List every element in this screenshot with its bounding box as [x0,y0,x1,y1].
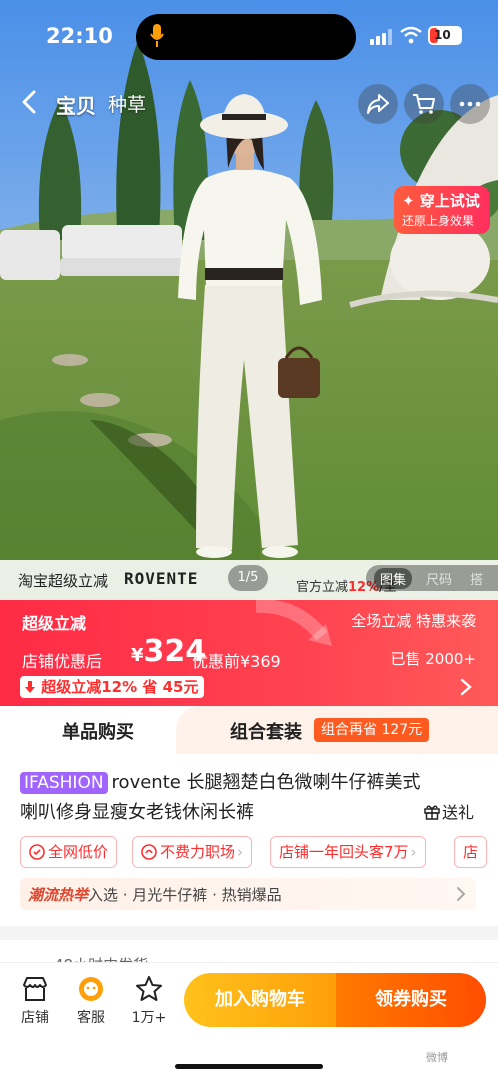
brand-name: ROVENTE [124,569,199,588]
tag-returning-customers[interactable]: 店铺一年回头客7万 › [270,836,426,868]
back-icon[interactable] [16,88,44,116]
bottom-action-bar: 店铺 客服 1万+ 加入购物车 领券购买 [0,962,498,1080]
more-button[interactable] [450,84,490,124]
price-tag-icon [29,844,45,860]
trend-text: 入选 · 月光牛仔裤 · 热销爆品 [88,886,282,904]
brand-banner-left: 淘宝超级立减 [18,572,109,590]
product-detail-screen: 22:10 10 宝贝 种草 ✦ 穿上试试 还原上身效果 淘宝超级立减 ROVE… [0,0,498,1080]
section-gap [0,926,498,940]
original-price: 优惠前¥369 [192,652,281,671]
product-title-line1: IFASHION rovente 长腿翘楚白色微喇牛仔裤美式 [20,768,421,794]
promo-panel[interactable]: 超级立减 全场立减 特惠来袭 店铺优惠后 ¥324 优惠前¥369 已售 200… [0,600,498,706]
more-icon [459,101,481,107]
tag-lowest-price[interactable]: 全网低价 [20,836,118,868]
share-button[interactable] [358,84,398,124]
shop-button[interactable]: 店铺 [10,975,60,1027]
dynamic-island [136,14,356,60]
status-time: 22:10 [46,24,113,48]
sold-count: 已售 2000+ [390,650,476,668]
promo-title: 超级立减 [22,614,87,633]
trend-label: 潮流热举 [28,886,89,904]
product-card: 单品购买 组合套装 组合再省 127元 IFASHION rovente 长腿翘楚… [0,706,498,926]
media-tab-gallery[interactable]: 图集 [374,568,413,589]
combo-saving-badge: 组合再省 127元 [314,718,430,742]
battery-icon: 10 [428,26,462,45]
down-arrow-icon [25,681,35,693]
cart-icon [413,94,435,114]
customer-service-button[interactable]: 客服 [66,975,116,1027]
add-to-cart-button[interactable]: 加入购物车 [184,973,336,1027]
watermark: 微博 [426,1051,448,1064]
media-tabs: 图集 尺码 搭 [366,565,498,591]
trend-row[interactable]: 潮流热举 入选 · 月光牛仔裤 · 热销爆品 [20,878,476,910]
price-label: 店铺优惠后 [22,652,103,671]
gift-button[interactable]: 送礼 [424,799,474,823]
media-tab-size[interactable]: 尺码 [426,569,452,588]
favorite-button[interactable]: 1万+ [124,975,174,1027]
promo-slogan: 全场立减 特惠来袭 [351,612,476,630]
swoosh-arrow-decoration [256,600,332,646]
battery-level: 10 [434,28,451,42]
share-icon [367,94,389,114]
sparkle-icon [141,844,157,860]
try-on-subtitle: 还原上身效果 [402,214,475,228]
star-icon [136,976,162,1001]
tab-single-purchase[interactable]: 单品购买 [0,706,190,754]
chevron-right-icon [460,678,472,696]
tab-baobei[interactable]: 宝贝 [56,90,96,119]
wifi-icon [400,26,422,44]
buy-with-coupon-button[interactable]: 领券购买 [336,973,486,1027]
media-tab-outfit[interactable]: 搭 [470,569,483,588]
try-on-button[interactable]: ✦ 穿上试试 还原上身效果 [394,186,490,234]
gift-icon [424,805,440,820]
tag-shop-more[interactable]: 店 [454,836,488,868]
home-indicator[interactable] [175,1064,323,1069]
discount-chip: 超级立减12% 省 45元 [20,676,205,698]
signal-icon [370,29,392,45]
cart-button[interactable] [404,84,444,124]
status-bar: 22:10 10 [0,0,498,72]
try-on-title: ✦ 穿上试试 [402,192,480,210]
tab-combo-set[interactable]: 组合套装 组合再省 127元 [176,706,498,754]
tab-zhongcao[interactable]: 种草 [108,90,146,117]
purchase-tabs: 单品购买 组合套装 组合再省 127元 [0,706,498,754]
customer-service-icon [79,977,103,1001]
product-title-line2: 喇叭修身显瘦女老钱休闲长裤 [20,802,254,823]
microphone-icon [150,24,164,47]
image-counter: 1/5 [228,565,268,591]
chevron-right-icon [457,887,466,901]
tag-effortless-work[interactable]: 不费力职场 › [132,836,253,868]
ifashion-badge: IFASHION [20,772,108,794]
shop-icon [23,977,47,1001]
